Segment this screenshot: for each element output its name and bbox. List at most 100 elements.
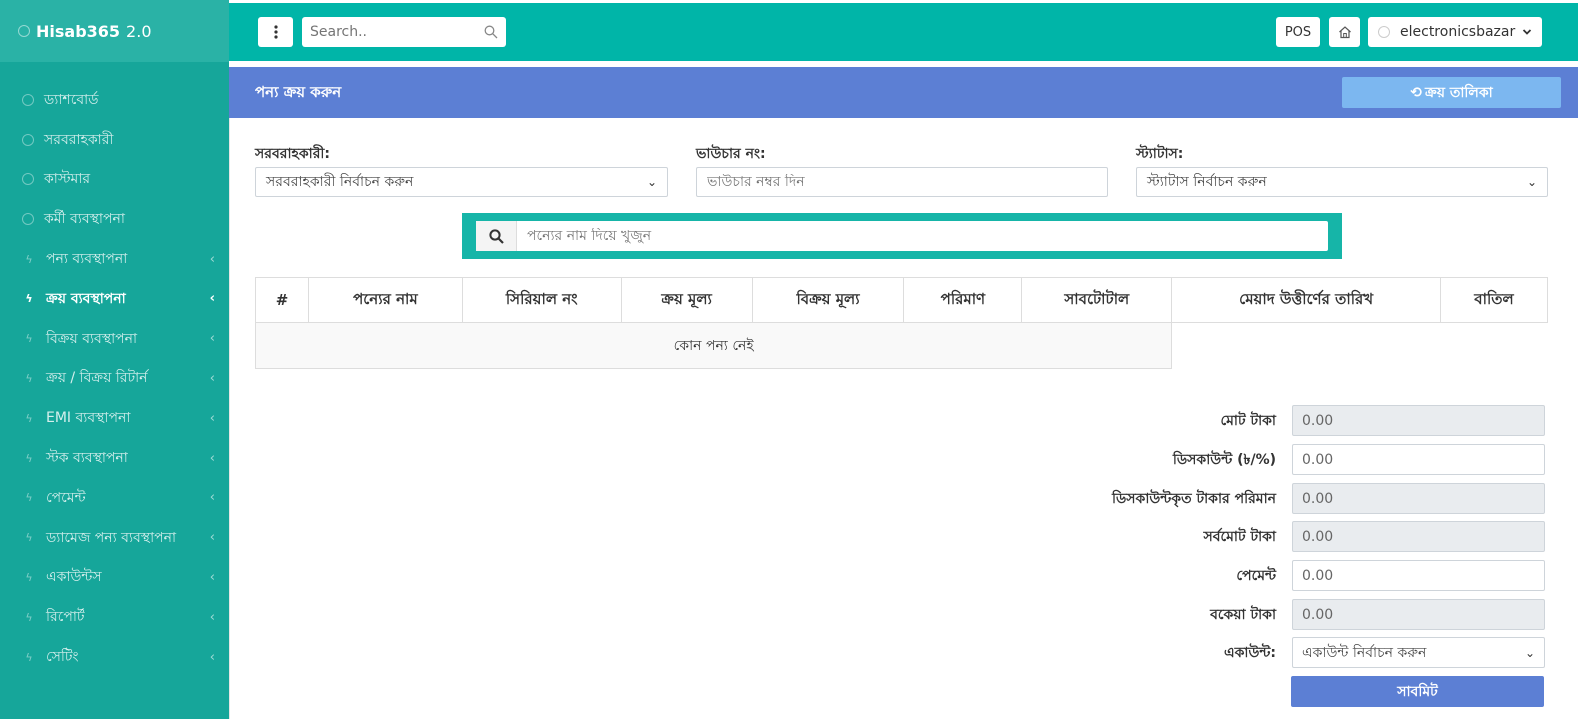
sidebar-item-label: পেমেন্ট bbox=[46, 489, 86, 506]
sidebar-item[interactable]: ড্যাশবোর্ড bbox=[0, 80, 229, 120]
bolt-icon: ϟ bbox=[25, 252, 33, 266]
sidebar-item[interactable]: ϟ ক্রয় / বিক্রয় রিটার্ন ‹ bbox=[0, 359, 229, 399]
sidebar: Hisab365 2.0 ড্যাশবোর্ড সরবরাহকারী কাস্টমা… bbox=[0, 0, 229, 719]
payment-label: পেমেন্ট bbox=[1236, 567, 1276, 584]
voucher-label: ভাউচার নং: bbox=[696, 146, 766, 162]
bolt-icon: ϟ bbox=[25, 570, 33, 584]
sidebar-item-label: সেটিং bbox=[46, 649, 79, 666]
chevron-left-icon: ‹ bbox=[209, 410, 215, 426]
sidebar-item[interactable]: ϟ স্টক ব্যবস্থাপনা ‹ bbox=[0, 438, 229, 478]
sidebar-item[interactable]: ϟ পন্য ব্যবস্থাপনা ‹ bbox=[0, 239, 229, 279]
topbar: POS electronicsbazar bbox=[229, 3, 1578, 61]
chevron-down-icon bbox=[1522, 29, 1532, 35]
bolt-icon: ϟ bbox=[25, 650, 33, 664]
discount-amount-row: ডিসকাউন্টকৃত টাকার পরিমান 0.00 bbox=[230, 483, 1545, 514]
search-box[interactable] bbox=[302, 17, 506, 47]
sidebar-item[interactable]: ϟ পেমেন্ট ‹ bbox=[0, 478, 229, 518]
chevron-left-icon: ‹ bbox=[209, 251, 215, 267]
brand-name: Hisab365 bbox=[36, 21, 121, 41]
brand-version: 2.0 bbox=[126, 21, 152, 41]
sidebar-item[interactable]: কর্মী ব্যবস্থাপনা bbox=[0, 199, 229, 239]
sidebar-item[interactable]: ϟ বিক্রয় ব্যবস্থাপনা ‹ bbox=[0, 319, 229, 359]
sidebar-item[interactable]: ϟ ড্যামেজ পন্য ব্যবস্থাপনা ‹ bbox=[0, 518, 229, 558]
sidebar-item[interactable]: সরবরাহকারী bbox=[0, 120, 229, 160]
column-header: মেয়াদ উত্তীর্ণের তারিখ bbox=[1171, 277, 1441, 323]
undo-icon: ⟲ bbox=[1410, 84, 1423, 101]
voucher-input[interactable] bbox=[707, 174, 1097, 190]
column-header: ক্রয় মূল্য bbox=[620, 277, 753, 323]
purchase-list-button[interactable]: ⟲ ক্রয় তালিকা bbox=[1342, 77, 1561, 108]
account-label: একাউন্ট: bbox=[1223, 644, 1276, 661]
chevron-left-icon: ‹ bbox=[209, 530, 215, 546]
sidebar-item-label: রিপোর্ট bbox=[46, 609, 85, 626]
discount-field[interactable]: 0.00 bbox=[1292, 444, 1545, 475]
account-select[interactable]: একাউন্ট নির্বাচন করুন ⌄ bbox=[1292, 637, 1545, 668]
pos-button[interactable]: POS bbox=[1276, 17, 1320, 47]
due-row: বকেয়া টাকা 0.00 bbox=[230, 599, 1545, 630]
home-button[interactable] bbox=[1329, 17, 1360, 47]
voucher-field[interactable] bbox=[696, 167, 1108, 197]
product-search-bar bbox=[462, 213, 1342, 259]
chevron-down-icon: ⌄ bbox=[1524, 645, 1535, 660]
sidebar-item-label: EMI ব্যবস্থাপনা bbox=[46, 410, 131, 427]
sidebar-item-label: কাস্টমার bbox=[44, 171, 91, 188]
sidebar-item[interactable]: কাস্টমার bbox=[0, 160, 229, 200]
total-field: 0.00 bbox=[1292, 405, 1545, 436]
status-select[interactable]: স্ট্যাটাস নির্বাচন করুন ⌄ bbox=[1136, 167, 1548, 197]
chevron-left-icon: ‹ bbox=[209, 609, 215, 625]
payment-field[interactable]: 0.00 bbox=[1292, 560, 1545, 591]
supplier-select-value: সরবরাহকারী নির্বাচন করুন bbox=[266, 174, 414, 190]
due-field: 0.00 bbox=[1292, 599, 1545, 630]
sidebar-item-label: ড্যাশবোর্ড bbox=[44, 91, 99, 108]
more-options-button[interactable] bbox=[258, 17, 293, 47]
column-header: বিক্রয় মূল্য bbox=[751, 277, 905, 323]
search-input[interactable] bbox=[310, 24, 484, 40]
bolt-icon: ϟ bbox=[25, 451, 33, 465]
status-select-value: স্ট্যাটাস নির্বাচন করুন bbox=[1147, 174, 1267, 190]
search-icon[interactable] bbox=[476, 221, 517, 251]
total-label: মোট টাকা bbox=[1220, 412, 1276, 429]
sidebar-item[interactable]: ϟ রিপোর্ট ‹ bbox=[0, 597, 229, 637]
supplier-label: সরবরাহকারী: bbox=[255, 146, 331, 162]
brand[interactable]: Hisab365 2.0 bbox=[0, 0, 229, 62]
page-title: পন্য ক্রয় করুন bbox=[255, 83, 342, 101]
circle-icon bbox=[22, 213, 34, 226]
product-search-input[interactable] bbox=[517, 228, 1328, 244]
sidebar-item[interactable]: ϟ সেটিং ‹ bbox=[0, 637, 229, 677]
product-search-box[interactable] bbox=[476, 221, 1328, 251]
chevron-left-icon: ‹ bbox=[209, 649, 215, 665]
submit-button[interactable]: সাবমিট bbox=[1291, 676, 1544, 707]
user-menu-button[interactable]: electronicsbazar bbox=[1368, 17, 1542, 47]
table-row: কোন পন্য নেই bbox=[254, 322, 1548, 369]
sidebar-item-label: বিক্রয় ব্যবস্থাপনা bbox=[46, 330, 138, 347]
bolt-icon: ϟ bbox=[25, 371, 33, 385]
sidebar-item[interactable]: ϟ EMI ব্যবস্থাপনা ‹ bbox=[0, 398, 229, 438]
discount-amount-field: 0.00 bbox=[1292, 483, 1545, 514]
search-icon[interactable] bbox=[484, 25, 498, 39]
column-header: সাবটোটাল bbox=[1021, 277, 1173, 323]
circle-icon bbox=[22, 173, 34, 186]
circle-icon bbox=[22, 133, 34, 146]
chevron-left-icon: ‹ bbox=[209, 569, 215, 585]
table-blank-cell bbox=[1172, 323, 1548, 369]
purchase-form: সরবরাহকারী: সরবরাহকারী নির্বাচন করুন ⌄ ভ… bbox=[229, 118, 1578, 719]
purchase-items-table: # পন্যের নাম সিরিয়াল নং ক্রয় মূল্য বিক… bbox=[254, 277, 1548, 369]
sidebar-item[interactable]: ϟ ক্রয় ব্যবস্থাপনা ‹ bbox=[0, 279, 229, 319]
table-header-row: # পন্যের নাম সিরিয়াল নং ক্রয় মূল্য বিক… bbox=[255, 277, 1548, 323]
circle-icon bbox=[22, 93, 34, 106]
due-label: বকেয়া টাকা bbox=[1210, 606, 1276, 623]
column-header: বাতিল bbox=[1440, 277, 1548, 323]
supplier-select[interactable]: সরবরাহকারী নির্বাচন করুন ⌄ bbox=[255, 167, 668, 197]
chevron-left-icon: ‹ bbox=[209, 370, 215, 386]
grand-total-row: সর্বমোট টাকা 0.00 bbox=[230, 521, 1545, 552]
chevron-down-icon: ⌄ bbox=[1526, 175, 1537, 189]
chevron-left-icon: ‹ bbox=[209, 490, 215, 506]
discount-label: ডিসকাউন্ট (৳/%) bbox=[1172, 451, 1276, 468]
empty-table-message: কোন পন্য নেই bbox=[254, 322, 1173, 369]
sidebar-item[interactable]: ϟ একাউন্টস ‹ bbox=[0, 558, 229, 598]
bolt-icon: ϟ bbox=[25, 491, 33, 505]
sidebar-item-label: সরবরাহকারী bbox=[44, 131, 114, 148]
total-row: মোট টাকা 0.00 bbox=[230, 405, 1545, 436]
column-header: পরিমাণ bbox=[903, 277, 1023, 323]
status-label: স্ট্যাটাস: bbox=[1136, 146, 1184, 162]
